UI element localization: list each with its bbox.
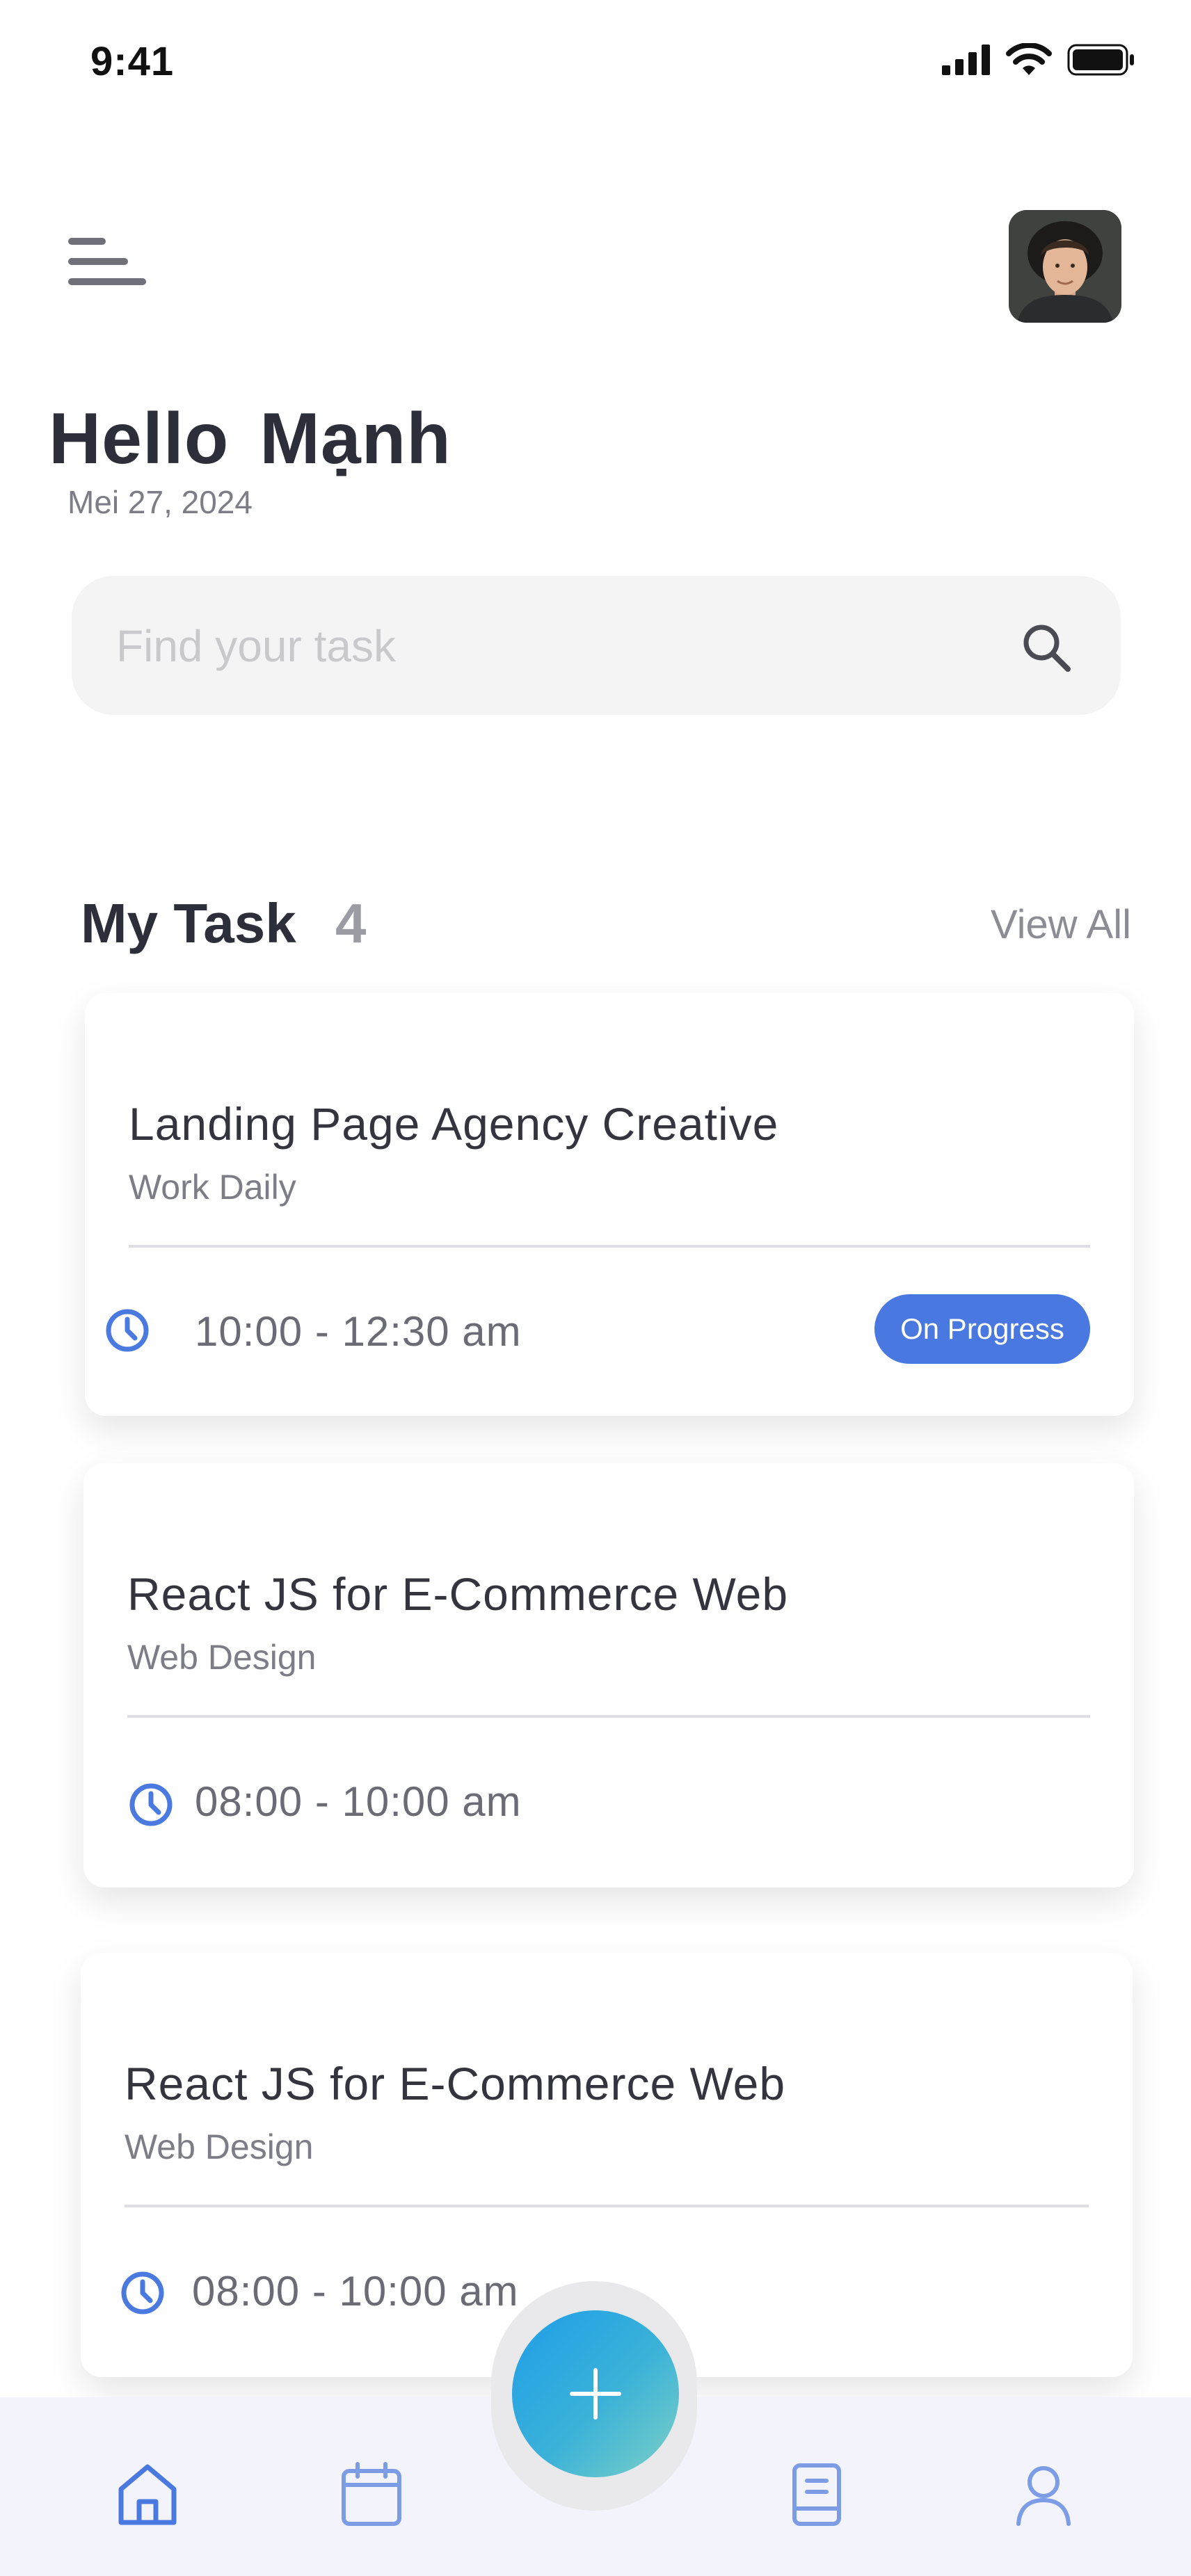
signal-icon — [942, 45, 990, 75]
user-name: Mạnh — [259, 399, 451, 479]
avatar-photo — [1009, 210, 1121, 323]
task-card[interactable]: React JS for E-Commerce Web Web Design 0… — [83, 1463, 1134, 1887]
add-task-button[interactable] — [512, 2310, 679, 2477]
clock-icon — [129, 1783, 173, 1826]
wifi-icon — [1006, 43, 1052, 75]
clock-icon — [121, 2271, 164, 2315]
avatar[interactable] — [1009, 210, 1121, 323]
status-icons — [942, 43, 1135, 77]
book-icon[interactable] — [783, 2461, 850, 2528]
status-badge[interactable]: On Progress — [874, 1294, 1090, 1364]
task-time: 08:00 - 10:00 am — [195, 1778, 522, 1825]
task-title: Landing Page Agency Creative — [129, 1098, 779, 1150]
task-time: 10:00 - 12:30 am — [195, 1308, 522, 1355]
search-icon[interactable] — [1018, 619, 1073, 675]
menu-button[interactable] — [67, 235, 149, 291]
task-category: Web Design — [125, 2127, 314, 2166]
add-icon — [570, 2368, 621, 2420]
current-date: Mei 27, 2024 — [67, 484, 253, 520]
profile-icon[interactable] — [1010, 2461, 1077, 2528]
divider — [127, 1715, 1090, 1718]
view-all-link[interactable]: View All — [991, 901, 1131, 948]
section-title: My Task — [81, 892, 296, 954]
calendar-icon[interactable] — [338, 2461, 405, 2528]
home-icon[interactable] — [114, 2461, 181, 2528]
task-count: 4 — [335, 892, 367, 954]
task-category: Work Daily — [129, 1168, 296, 1207]
task-category: Web Design — [127, 1638, 317, 1677]
divider — [125, 2205, 1089, 2207]
status-time: 9:41 — [90, 39, 175, 84]
greeting-word: Hello — [49, 399, 230, 479]
clock-icon — [106, 1309, 149, 1352]
greeting: Hello Mạnh — [49, 398, 451, 481]
task-title: React JS for E-Commerce Web — [127, 1568, 789, 1620]
divider — [129, 1245, 1090, 1248]
menu-icon — [68, 238, 146, 285]
task-time: 08:00 - 10:00 am — [192, 2268, 519, 2315]
battery-icon — [1067, 44, 1134, 76]
task-card[interactable]: Landing Page Agency Creative Work Daily … — [85, 993, 1134, 1416]
search-input[interactable] — [115, 611, 994, 682]
search-bar — [72, 576, 1121, 715]
task-title: React JS for E-Commerce Web — [125, 2058, 786, 2109]
